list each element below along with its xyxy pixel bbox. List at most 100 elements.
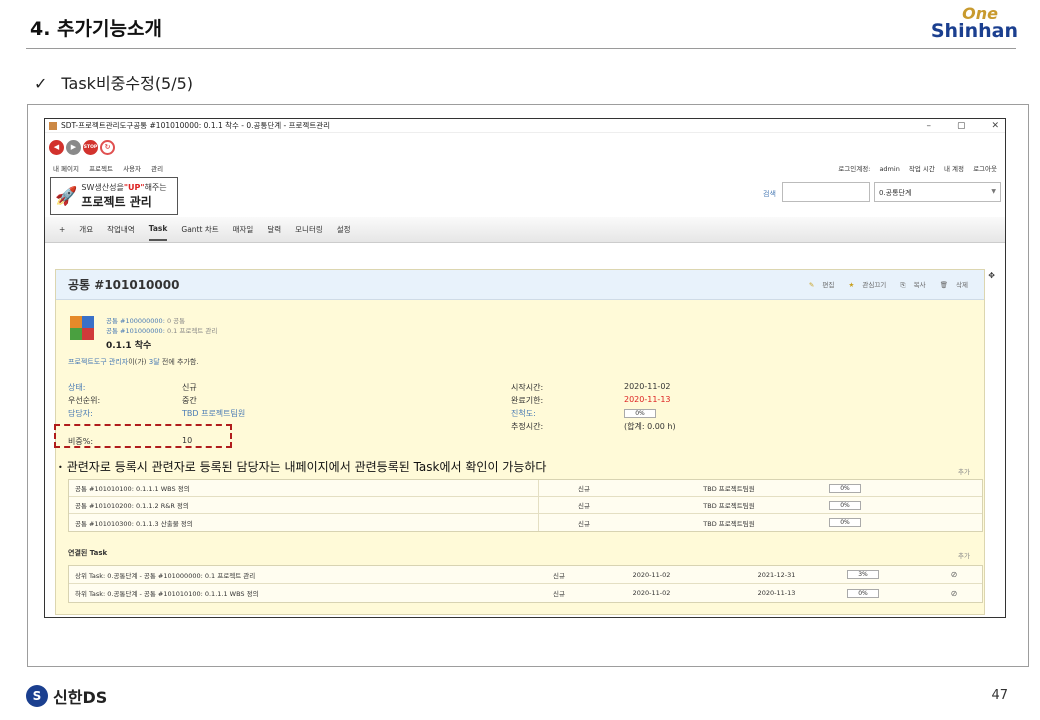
time-link[interactable]: 3달 xyxy=(149,358,160,366)
annotation-note: • 관련자로 등록시 관련자로 등록된 담당자는 내페이지에서 관련등록된 Tas… xyxy=(58,460,547,474)
rocket-icon: 🚀 xyxy=(55,185,78,207)
tab-task[interactable]: Task xyxy=(148,218,168,241)
progress-bar: 0% xyxy=(829,483,861,493)
menu-my-page[interactable]: 내 페이지 xyxy=(53,165,79,173)
subtitle-text: Task비중수정(5/5) xyxy=(61,74,194,93)
progress-bar: 3% xyxy=(847,570,879,579)
app-window: SDT-프로젝트관리도구공통 #101010000: 0.1.1 착수 - 0.… xyxy=(44,118,1006,618)
attr-start-date: 시작시간: 2020-11-02 xyxy=(511,382,671,392)
star-icon: ★ xyxy=(848,281,855,289)
issue-title: 공통 #101010000 xyxy=(68,278,180,292)
footer-logo: S 신한DS xyxy=(26,684,107,708)
table-row[interactable]: 공통 #101010200: 0.1.1.2 R&R 정의 신규 TBD 프로젝… xyxy=(69,497,982,514)
forward-button[interactable]: ▶ xyxy=(66,139,81,155)
subtask-table: 공통 #101010100: 0.1.1.1 WBS 정의 신규 TBD 프로젝… xyxy=(68,479,983,532)
slide-title: 4. 추가기능소개 xyxy=(30,18,162,40)
back-button[interactable]: ◀ xyxy=(49,139,64,155)
tab-monitoring[interactable]: 모니터링 xyxy=(295,218,323,241)
author-link[interactable]: 프로젝트도구 관리자 xyxy=(68,358,128,366)
menu-admin[interactable]: 관리 xyxy=(151,165,163,173)
stop-button[interactable]: STOP xyxy=(83,139,98,155)
unlink-icon[interactable]: ⊘ xyxy=(939,589,969,598)
minimize-button[interactable]: – xyxy=(926,121,931,131)
app-header: 🚀 SW생산성을"UP"해주는 프로젝트 관리 검색 0.공통단계 ▼ xyxy=(45,175,1005,217)
tab-gantt[interactable]: Gantt 차트 xyxy=(181,218,218,241)
header-divider xyxy=(26,48,1016,49)
progress-bar: 0% xyxy=(829,500,861,510)
add-relation-link[interactable]: 추가 xyxy=(958,550,970,560)
progress-bar: 0% xyxy=(847,588,879,598)
related-tasks-table: 상위 Task: 0.공통단계 - 공통 #101000000: 0.1 프로젝… xyxy=(68,565,983,603)
logo-title: 프로젝트 관리 xyxy=(81,195,152,209)
progress-bar: 0% xyxy=(829,518,861,527)
close-button[interactable]: ✕ xyxy=(991,121,999,131)
attr-assignee: 담당자: TBD 프로젝트팀원 xyxy=(68,409,246,418)
attr-estimated-time: 추정시간: (합계: 0.00 h) xyxy=(511,422,676,431)
parent-link-0[interactable]: 공통 #100000000: xyxy=(106,317,165,325)
weight-highlight-box xyxy=(54,424,232,448)
tab-calendar[interactable]: 달력 xyxy=(267,218,281,241)
tab-settings[interactable]: 설정 xyxy=(337,218,351,241)
attr-priority: 우선순위: 중간 xyxy=(68,396,197,405)
parent-tasks: 공통 #100000000: 0 공통 공통 #101000000: 0.1 프… xyxy=(106,317,218,335)
copy-icon: ⎘ xyxy=(900,281,906,289)
copy-action[interactable]: ⎘ 복사 xyxy=(894,281,925,289)
issue-subject: 0.1.1 착수 xyxy=(106,341,152,351)
project-select-value: 0.공통단계 xyxy=(879,189,912,197)
shinhan-ds-icon: S xyxy=(26,685,48,707)
tab-overview[interactable]: 개요 xyxy=(79,218,93,241)
check-icon: ✓ xyxy=(34,74,48,93)
attr-progress: 진척도: 0% xyxy=(511,408,811,420)
tab-new[interactable]: + xyxy=(59,219,65,240)
maximize-button[interactable]: ▢ xyxy=(957,121,966,131)
delete-action[interactable]: 🗑 삭제 xyxy=(934,281,968,289)
menu-time-entries[interactable]: 작업 시간 xyxy=(909,165,935,173)
brand-name: Shinhan xyxy=(930,20,1018,42)
table-row[interactable]: 하위 Task: 0.공통단계 - 공통 #101010100: 0.1.1.1… xyxy=(69,584,982,602)
page-number: 47 xyxy=(991,688,1008,703)
table-row[interactable]: 공통 #101010300: 0.1.1.3 산출물 정의 신규 TBD 프로젝… xyxy=(69,514,982,531)
progress-bar: 0% xyxy=(624,409,656,418)
login-user[interactable]: admin xyxy=(879,165,899,173)
app-logo[interactable]: 🚀 SW생산성을"UP"해주는 프로젝트 관리 xyxy=(50,177,178,215)
window-title: SDT-프로젝트관리도구공통 #101010000: 0.1.1 착수 - 0.… xyxy=(61,121,331,130)
annotation-text: 관련자로 등록시 관련자로 등록된 담당자는 내페이지에서 관련등록된 Task… xyxy=(66,460,547,474)
add-subtask-link[interactable]: 추가 xyxy=(958,466,970,476)
attr-status: 상태: 신규 xyxy=(68,383,197,392)
search-input[interactable] xyxy=(782,182,870,202)
menu-logout[interactable]: 로그아웃 xyxy=(973,165,997,173)
project-tabs: + 개요 작업내역 Task Gantt 차트 매자일 달력 모니터링 설정 xyxy=(45,217,1005,243)
menu-my-account[interactable]: 내 계정 xyxy=(944,165,964,173)
pencil-icon: ✎ xyxy=(808,281,815,289)
trash-icon: 🗑 xyxy=(939,281,948,289)
login-label: 로그인계정: admin xyxy=(838,165,900,173)
tab-activity[interactable]: 작업내역 xyxy=(107,218,135,241)
slide-subtitle: ✓ Task비중수정(5/5) xyxy=(34,70,193,94)
move-icon[interactable]: ✥ xyxy=(988,271,995,280)
issue-header: 공통 #101010000 ✎ 편집 ★ 관심끄기 ⎘ 복사 🗑 삭제 xyxy=(56,270,984,300)
footer-brand: 신한DS xyxy=(53,688,108,707)
unlink-icon[interactable]: ⊘ xyxy=(939,570,969,579)
menu-projects[interactable]: 프로젝트 xyxy=(89,165,113,173)
search-label: 검색 xyxy=(763,190,776,198)
browser-toolbar: ◀ ▶ STOP ↻ xyxy=(45,133,1005,161)
reload-button[interactable]: ↻ xyxy=(100,139,115,155)
window-titlebar: SDT-프로젝트관리도구공통 #101010000: 0.1.1 착수 - 0.… xyxy=(45,119,1005,133)
unwatch-action[interactable]: ★ 관심끄기 xyxy=(842,281,886,289)
app-icon xyxy=(49,121,57,130)
chevron-down-icon: ▼ xyxy=(991,188,996,195)
edit-action[interactable]: ✎ 편집 xyxy=(803,281,835,289)
shinhan-logo: One Shinhan xyxy=(931,6,1018,41)
table-row[interactable]: 상위 Task: 0.공통단계 - 공통 #101000000: 0.1 프로젝… xyxy=(69,566,982,584)
attr-due-date: 완료기한: 2020-11-13 xyxy=(511,395,671,405)
top-menu: 내 페이지 프로젝트 사용자 관리 로그인계정: admin 작업 시간 내 계… xyxy=(45,161,1005,175)
menu-users[interactable]: 사용자 xyxy=(123,165,141,173)
task-avatar-icon xyxy=(68,314,98,342)
table-row[interactable]: 공통 #101010100: 0.1.1.1 WBS 정의 신규 TBD 프로젝… xyxy=(69,480,982,497)
logo-tagline: SW생산성을"UP"해주는 xyxy=(81,183,167,192)
parent-link-1[interactable]: 공통 #101000000: xyxy=(106,327,165,335)
author-line: 프로젝트도구 관리자이(가) 3달 전에 추가함. xyxy=(68,358,199,366)
related-tasks-title: 연결된 Task xyxy=(68,549,108,557)
project-select[interactable]: 0.공통단계 ▼ xyxy=(874,182,1001,202)
tab-agile[interactable]: 매자일 xyxy=(233,218,254,241)
